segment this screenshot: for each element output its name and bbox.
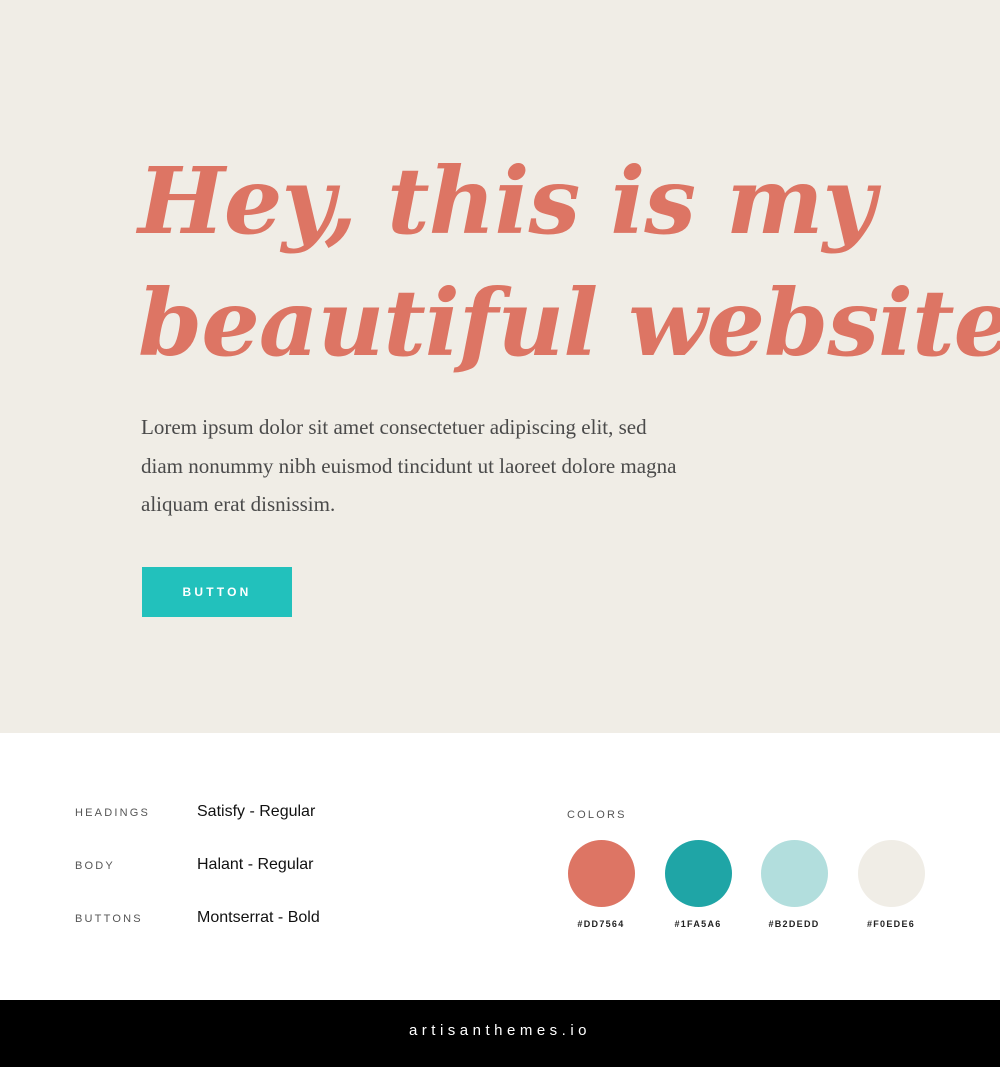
hero-button[interactable]: BUTTON (142, 567, 292, 617)
swatch-hex: #F0EDE6 (866, 919, 916, 929)
spec-label: HEADINGS (75, 807, 151, 819)
spec-label: BUTTONS (75, 913, 143, 925)
headline-highlight: website (620, 262, 1000, 384)
headline-line-2: beautiful website (138, 262, 1000, 384)
swatch-dot (760, 840, 828, 907)
style-guide-section: HEADINGS Satisfy - Regular BODY Halant -… (0, 733, 1000, 1000)
spec-row-body: BODY Halant - Regular (75, 856, 395, 880)
color-swatch: #B2DEDD (759, 840, 829, 929)
swatch-dot (567, 840, 635, 907)
hero-body-text: Lorem ipsum dolor sit amet consectetuer … (141, 415, 677, 516)
swatch-hex: #1FA5A6 (674, 919, 722, 929)
hero-headline: Hey, this is my beautiful website (138, 140, 1000, 384)
color-swatch: #1FA5A6 (663, 840, 733, 929)
headline-prefix: beautiful (138, 269, 598, 377)
footer-brand-link[interactable]: artisanthemes.io (409, 1022, 591, 1039)
spec-value: Satisfy - Regular (197, 803, 316, 820)
swatch-dot (664, 840, 732, 907)
headline-highlight-text: website (628, 269, 1000, 377)
spec-row-buttons: BUTTONS Montserrat - Bold (75, 909, 395, 933)
spec-label: BODY (75, 860, 115, 872)
spec-row-headings: HEADINGS Satisfy - Regular (75, 803, 395, 827)
swatch-hex: #B2DEDD (768, 919, 820, 929)
swatch-dot (857, 840, 925, 907)
headline-line-1: Hey, this is my (138, 147, 876, 255)
spec-value: Montserrat - Bold (197, 909, 320, 926)
swatch-hex: #DD7564 (577, 919, 625, 929)
colors-title: COLORS (567, 809, 627, 821)
color-swatch: #F0EDE6 (856, 840, 926, 929)
footer: artisanthemes.io (0, 1000, 1000, 1067)
hero-section: Hey, this is my beautiful website Lorem … (0, 0, 1000, 733)
spec-value: Halant - Regular (197, 856, 314, 873)
color-swatch: #DD7564 (566, 840, 636, 929)
